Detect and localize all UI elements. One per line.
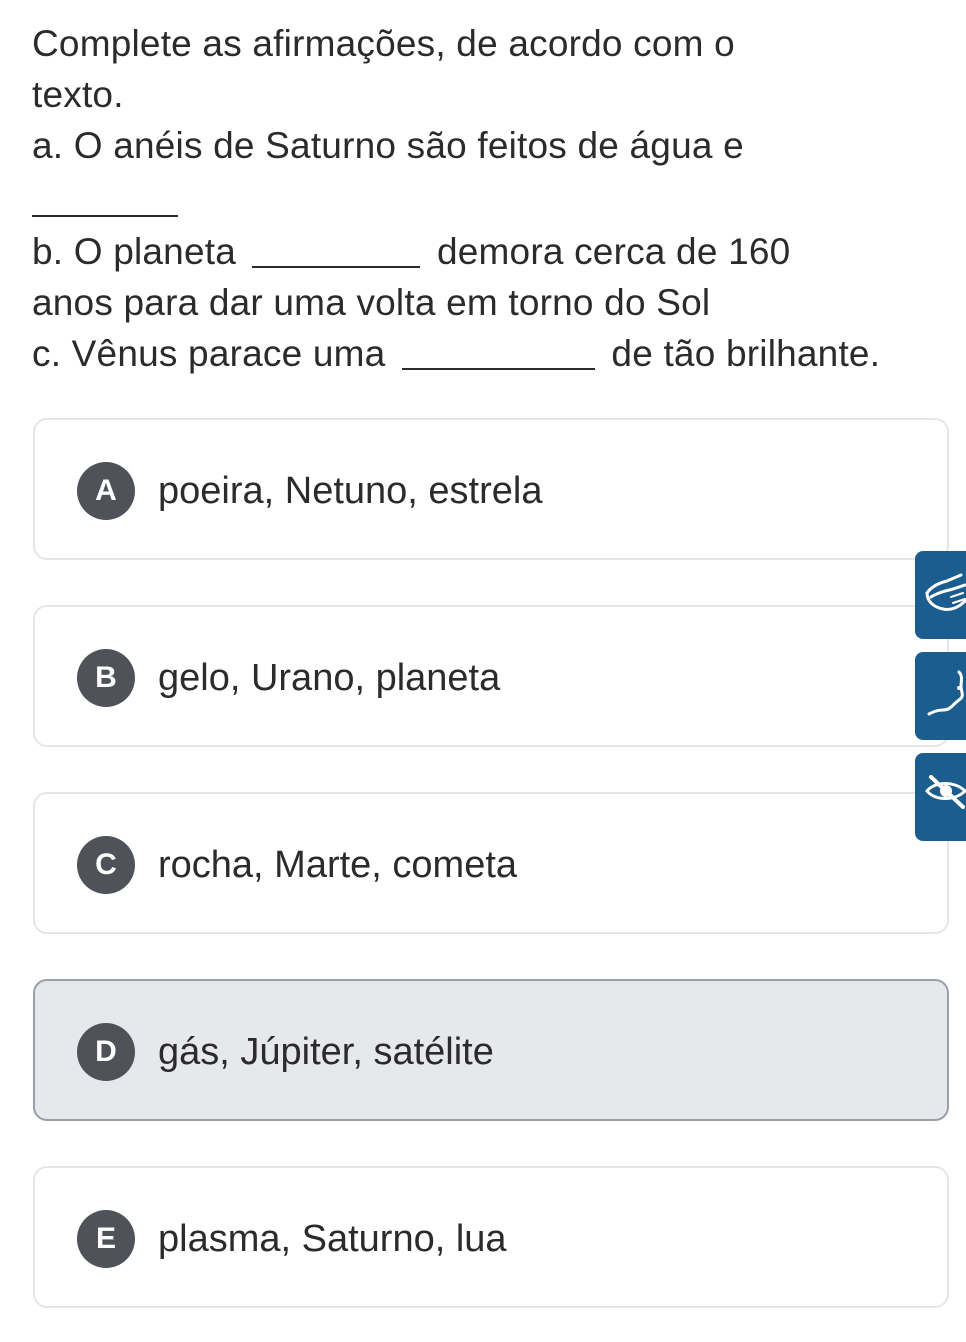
- statement-b-before: b. O planeta: [32, 231, 236, 272]
- option-d[interactable]: D gás, Júpiter, satélite: [33, 979, 949, 1121]
- hide-accessibility-button[interactable]: [915, 753, 966, 841]
- option-label: gelo, Urano, planeta: [158, 657, 501, 699]
- option-letter-badge: A: [77, 462, 135, 520]
- option-letter-badge: D: [77, 1023, 135, 1081]
- question-line-2: texto.: [32, 74, 124, 115]
- statement-c-before: c. Vênus parace uma: [32, 333, 386, 374]
- option-e[interactable]: E plasma, Saturno, lua: [33, 1166, 949, 1308]
- option-label: rocha, Marte, cometa: [158, 844, 518, 886]
- statement-a-blank-line: [32, 171, 952, 226]
- option-letter-badge: E: [77, 1210, 135, 1268]
- statement-b-line-2: anos para dar uma volta em torno do Sol: [32, 282, 711, 323]
- blank-a: [32, 179, 178, 217]
- option-letter-badge: B: [77, 649, 135, 707]
- question-text: Complete as afirmações, de acordo com o …: [32, 18, 952, 379]
- statement-b: b. O planeta demora cerca de 160: [32, 226, 952, 277]
- option-letter-badge: C: [77, 836, 135, 894]
- statement-c: c. Vênus parace uma de tão brilhante.: [32, 328, 952, 379]
- option-b[interactable]: B gelo, Urano, planeta: [33, 605, 949, 747]
- option-label: plasma, Saturno, lua: [158, 1218, 507, 1260]
- blank-c: [401, 332, 595, 370]
- blank-b: [252, 230, 421, 268]
- hide-eye-icon: [925, 775, 966, 809]
- option-a[interactable]: A poeira, Netuno, estrela: [33, 418, 949, 560]
- option-label: gás, Júpiter, satélite: [158, 1031, 494, 1073]
- option-c[interactable]: C rocha, Marte, cometa: [33, 792, 949, 934]
- sign-language-hands-icon: [925, 573, 966, 611]
- sign-language-button[interactable]: [915, 551, 966, 639]
- option-label: poeira, Netuno, estrela: [158, 470, 543, 512]
- question-line-1: Complete as afirmações, de acordo com o: [32, 23, 735, 64]
- statement-a: a. O anéis de Saturno são feitos de água…: [32, 125, 744, 166]
- sign-language-interpreter-button[interactable]: [915, 652, 966, 740]
- statement-b-after: demora cerca de 160: [436, 231, 791, 272]
- sign-language-person-icon: [927, 670, 964, 716]
- statement-c-after: de tão brilhante.: [611, 333, 881, 374]
